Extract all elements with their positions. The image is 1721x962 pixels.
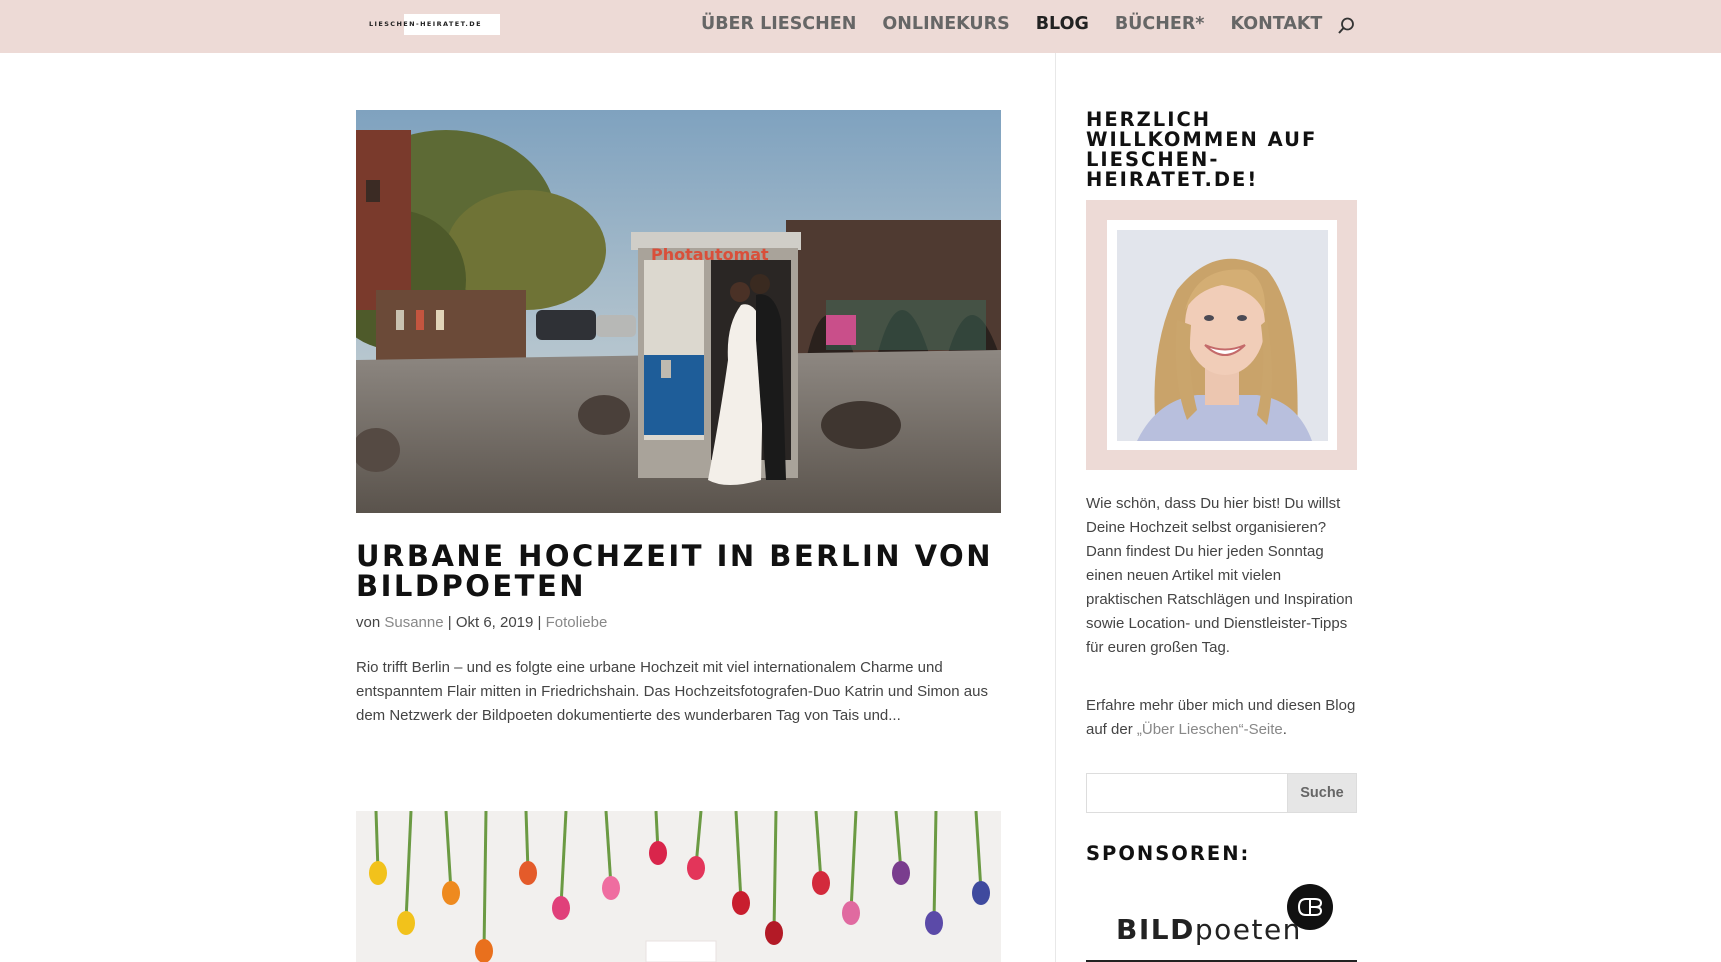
svg-text:Photautomat: Photautomat [651,245,769,264]
welcome-title: HERZLICH WILLKOMMEN AUF LIESCHEN-HEIRATE… [1086,108,1318,191]
post-title[interactable]: URBANE HOCHZEIT IN BERLIN VON BILDPOETEN [356,541,996,601]
sidebar-divider [1055,53,1056,962]
sponsors-title: SPONSOREN: [1086,842,1251,865]
portrait-image [1117,230,1328,441]
sidebar-search: Suche [1086,773,1357,813]
site-header: LIESCHEN-HEIRATET.DE ÜBER LIESCHEN ONLIN… [0,0,1721,53]
nav-item-ueber-lieschen[interactable]: ÜBER LIESCHEN [701,14,856,34]
author-link[interactable]: Susanne [384,614,443,631]
meta-separator: | [533,614,546,631]
author-portrait [1117,230,1328,441]
search-input[interactable] [1086,773,1287,813]
main-nav: ÜBER LIESCHEN ONLINEKURS BLOG BÜCHER* KO… [701,14,1348,34]
flower-wall-photo [356,811,1001,962]
post-meta: von Susanne | Okt 6, 2019 | Fotoliebe [356,614,607,631]
post-excerpt: Rio trifft Berlin – und es folgte eine u… [356,659,988,724]
sponsor-wordmark-bold: BILD [1116,913,1195,946]
logo-text: LIESCHEN-HEIRATET.DE [369,20,482,28]
sponsor-logo-bildpoeten[interactable]: BILDpoeten [1086,880,1357,962]
search-button[interactable]: Suche [1287,773,1357,813]
portrait-border [1107,220,1337,450]
post-featured-image[interactable] [356,811,1001,962]
wedding-photo: Photautomat [356,110,1001,513]
post-date: Okt 6, 2019 [455,614,534,631]
nav-item-kontakt[interactable]: KONTAKT [1230,14,1322,34]
search-icon[interactable] [1337,17,1355,35]
nav-item-blog[interactable]: BLOG [1036,14,1089,34]
meta-prefix: von [356,614,385,631]
nav-item-buecher[interactable]: BÜCHER* [1115,14,1205,34]
site-logo[interactable]: LIESCHEN-HEIRATET.DE [367,14,500,35]
portrait-frame [1086,200,1357,470]
more-suffix: . [1282,721,1287,738]
nav-item-onlinekurs[interactable]: ONLINEKURS [882,14,1009,34]
sponsor-wordmark-light: poeten [1194,913,1302,946]
post-featured-image[interactable]: Photautomat [356,110,1001,513]
meta-separator: | [443,614,456,631]
sidebar-more-text: Erfahre mehr über mich und diesen Blog a… [1086,694,1358,742]
sponsor-wordmark: BILDpoeten [1116,913,1302,946]
about-page-link[interactable]: „Über Lieschen“-Seite [1137,721,1283,738]
sidebar-intro-text: Wie schön, dass Du hier bist! Du willst … [1086,495,1353,656]
category-link[interactable]: Fotoliebe [546,614,608,631]
